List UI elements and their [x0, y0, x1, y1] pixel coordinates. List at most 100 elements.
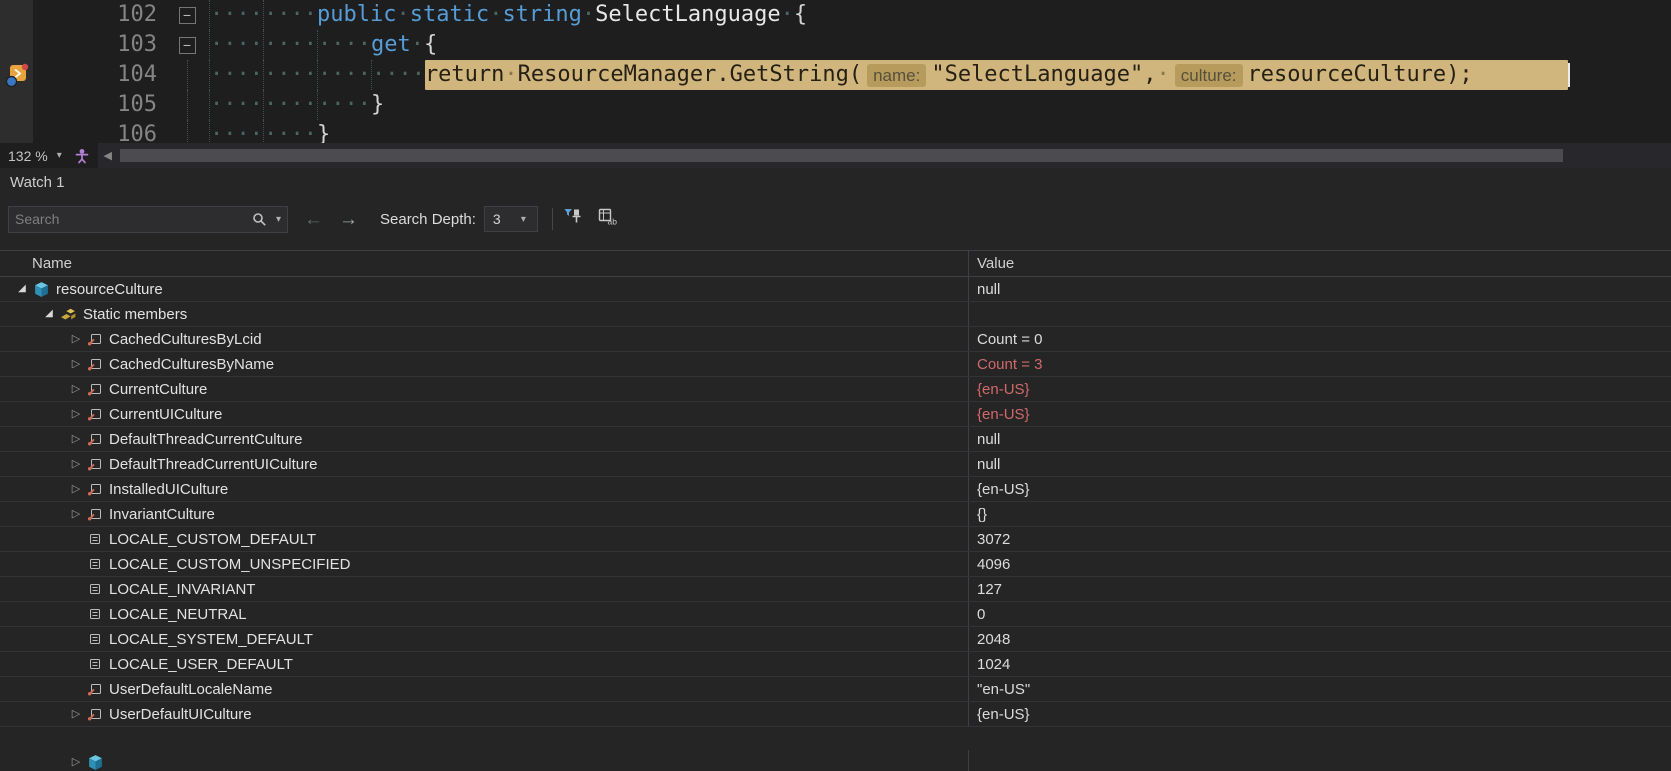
- watch-row[interactable]: LOCALE_USER_DEFAULT 1024: [0, 652, 1671, 677]
- row-name-cell[interactable]: ▷ DefaultThreadCurrentUICulture: [0, 452, 968, 476]
- row-name-cell[interactable]: LOCALE_USER_DEFAULT: [0, 652, 968, 676]
- watch-value[interactable]: null: [968, 277, 1671, 301]
- watch-value[interactable]: 3072: [968, 527, 1671, 551]
- watch-row[interactable]: ▷ InvariantCulture {}: [0, 502, 1671, 527]
- watch-row[interactable]: LOCALE_INVARIANT 127: [0, 577, 1671, 602]
- search-depth-select[interactable]: 3 ▾: [483, 206, 538, 232]
- search-back-button[interactable]: ←: [304, 210, 323, 229]
- zoom-control[interactable]: 132 % ▾: [0, 148, 62, 164]
- horizontal-scrollbar[interactable]: ◀: [97, 143, 1671, 168]
- expand-arrow-icon[interactable]: ▷: [68, 458, 84, 470]
- pin-to-source-button[interactable]: [559, 206, 587, 232]
- expand-arrow-icon[interactable]: ▷: [68, 708, 84, 720]
- watch-row[interactable]: LOCALE_CUSTOM_UNSPECIFIED 4096: [0, 552, 1671, 577]
- watch-value[interactable]: [968, 302, 1671, 326]
- code-action-icon[interactable]: [3, 62, 30, 89]
- text-visualizer-button[interactable]: ab: [593, 206, 621, 232]
- watch-value[interactable]: {}: [968, 502, 1671, 526]
- watch-value[interactable]: Count = 3: [968, 352, 1671, 376]
- watch-row[interactable]: ▷ CachedCulturesByName Count = 3: [0, 352, 1671, 377]
- fold-guide: [165, 90, 209, 120]
- watch-value[interactable]: 2048: [968, 627, 1671, 651]
- expand-arrow-icon[interactable]: ▷: [68, 757, 84, 768]
- watch-value[interactable]: Count = 0: [968, 327, 1671, 351]
- collapse-region-icon[interactable]: −: [178, 36, 196, 54]
- watch-value[interactable]: 4096: [968, 552, 1671, 576]
- watch-row[interactable]: ◢ Static members: [0, 302, 1671, 327]
- row-name-cell[interactable]: ▷ CurrentUICulture: [0, 402, 968, 426]
- row-name-cell[interactable]: ◢ resourceCulture: [0, 277, 968, 301]
- row-name-cell[interactable]: LOCALE_CUSTOM_DEFAULT: [0, 527, 968, 551]
- watch-value[interactable]: 1024: [968, 652, 1671, 676]
- watch-value[interactable]: {en-US}: [968, 402, 1671, 426]
- watch-row[interactable]: ▷ DefaultThreadCurrentCulture null: [0, 427, 1671, 452]
- row-name-cell[interactable]: ▷ InvariantCulture: [0, 502, 968, 526]
- watch-value[interactable]: null: [968, 452, 1671, 476]
- collapse-arrow-icon[interactable]: ◢: [41, 309, 57, 319]
- watch-row[interactable]: ▷ CachedCulturesByLcid Count = 0: [0, 327, 1671, 352]
- field-icon: [87, 381, 103, 397]
- scrollbar-track[interactable]: [118, 143, 1671, 168]
- line-number: 105: [117, 92, 157, 117]
- watch-value[interactable]: {en-US}: [968, 702, 1671, 726]
- code-token: string: [502, 2, 582, 27]
- expand-arrow-icon[interactable]: ▷: [68, 383, 84, 395]
- row-name-cell[interactable]: ▷ InstalledUICulture: [0, 477, 968, 501]
- code-line[interactable]: 106 ···· ····}: [33, 120, 1671, 143]
- expand-arrow-icon[interactable]: ▷: [68, 483, 84, 495]
- scrollbar-thumb[interactable]: [119, 149, 1563, 162]
- row-name-cell[interactable]: ▷ CurrentCulture: [0, 377, 968, 401]
- watch-name: LOCALE_INVARIANT: [109, 580, 256, 598]
- watch-row[interactable]: ▷ UserDefaultUICulture {en-US}: [0, 702, 1671, 727]
- watch-row[interactable]: LOCALE_SYSTEM_DEFAULT 2048: [0, 627, 1671, 652]
- watch-value[interactable]: null: [968, 427, 1671, 451]
- row-name-cell[interactable]: LOCALE_INVARIANT: [0, 577, 968, 601]
- code-line[interactable]: 104 ···· ···· ···· ···· return · ResourceManage…: [33, 60, 1671, 90]
- row-name-cell[interactable]: LOCALE_CUSTOM_UNSPECIFIED: [0, 552, 968, 576]
- search-dropdown-icon[interactable]: ▾: [270, 214, 287, 225]
- row-name-cell[interactable]: ▷ CachedCulturesByLcid: [0, 327, 968, 351]
- row-name-cell[interactable]: ▷ UserDefaultUICulture: [0, 702, 968, 726]
- watch-row[interactable]: UserDefaultLocaleName "en-US": [0, 677, 1671, 702]
- column-header-value: Value: [968, 251, 1671, 276]
- row-name-cell[interactable]: ▷ CachedCulturesByName: [0, 352, 968, 376]
- watch-value[interactable]: {en-US}: [968, 477, 1671, 501]
- row-name-cell[interactable]: ▷ DefaultThreadCurrentCulture: [0, 427, 968, 451]
- format-text-icon: ab: [597, 207, 617, 231]
- code-lines[interactable]: 102− ···· ···· public · static · string · SelectL…: [33, 0, 1671, 143]
- watch-row[interactable]: ▷: [0, 750, 1671, 771]
- watch-row[interactable]: LOCALE_CUSTOM_DEFAULT 3072: [0, 527, 1671, 552]
- code-line[interactable]: 105 ···· ···· ····}: [33, 90, 1671, 120]
- row-name-cell[interactable]: LOCALE_SYSTEM_DEFAULT: [0, 627, 968, 651]
- watch-row[interactable]: ▷ InstalledUICulture {en-US}: [0, 477, 1671, 502]
- watch-row[interactable]: ▷ CurrentCulture {en-US}: [0, 377, 1671, 402]
- watch-row[interactable]: ▷ DefaultThreadCurrentUICulture null: [0, 452, 1671, 477]
- expand-arrow-icon[interactable]: ▷: [68, 358, 84, 370]
- watch-value[interactable]: [968, 750, 1671, 771]
- field-icon: [87, 406, 103, 422]
- watch-value[interactable]: "en-US": [968, 677, 1671, 701]
- code-line[interactable]: 103− ···· ···· ···· get ·{: [33, 30, 1671, 60]
- search-forward-button[interactable]: →: [339, 210, 358, 229]
- code-line[interactable]: 102− ···· ···· public · static · string · SelectL…: [33, 0, 1671, 30]
- row-name-cell[interactable]: LOCALE_NEUTRAL: [0, 602, 968, 626]
- accessibility-icon[interactable]: [74, 148, 90, 164]
- expand-arrow-icon[interactable]: ▷: [68, 333, 84, 345]
- expand-arrow-icon[interactable]: ▷: [68, 433, 84, 445]
- watch-value[interactable]: 0: [968, 602, 1671, 626]
- watch-value[interactable]: 127: [968, 577, 1671, 601]
- watch-value[interactable]: {en-US}: [968, 377, 1671, 401]
- expand-arrow-icon[interactable]: ▷: [68, 508, 84, 520]
- collapse-arrow-icon[interactable]: ◢: [14, 284, 30, 294]
- collapse-region-icon[interactable]: −: [178, 6, 196, 24]
- watch-row[interactable]: ▷ CurrentUICulture {en-US}: [0, 402, 1671, 427]
- watch-row[interactable]: ◢ resourceCulture null: [0, 277, 1671, 302]
- watch-row[interactable]: LOCALE_NEUTRAL 0: [0, 602, 1671, 627]
- row-name-cell[interactable]: ◢ Static members: [0, 302, 968, 326]
- expand-arrow-icon[interactable]: ▷: [68, 408, 84, 420]
- scroll-left-icon[interactable]: ◀: [98, 149, 118, 162]
- row-name-cell[interactable]: UserDefaultLocaleName: [0, 677, 968, 701]
- search-icon[interactable]: [252, 212, 267, 227]
- search-input[interactable]: [9, 211, 249, 227]
- row-name-cell[interactable]: ▷: [0, 750, 968, 771]
